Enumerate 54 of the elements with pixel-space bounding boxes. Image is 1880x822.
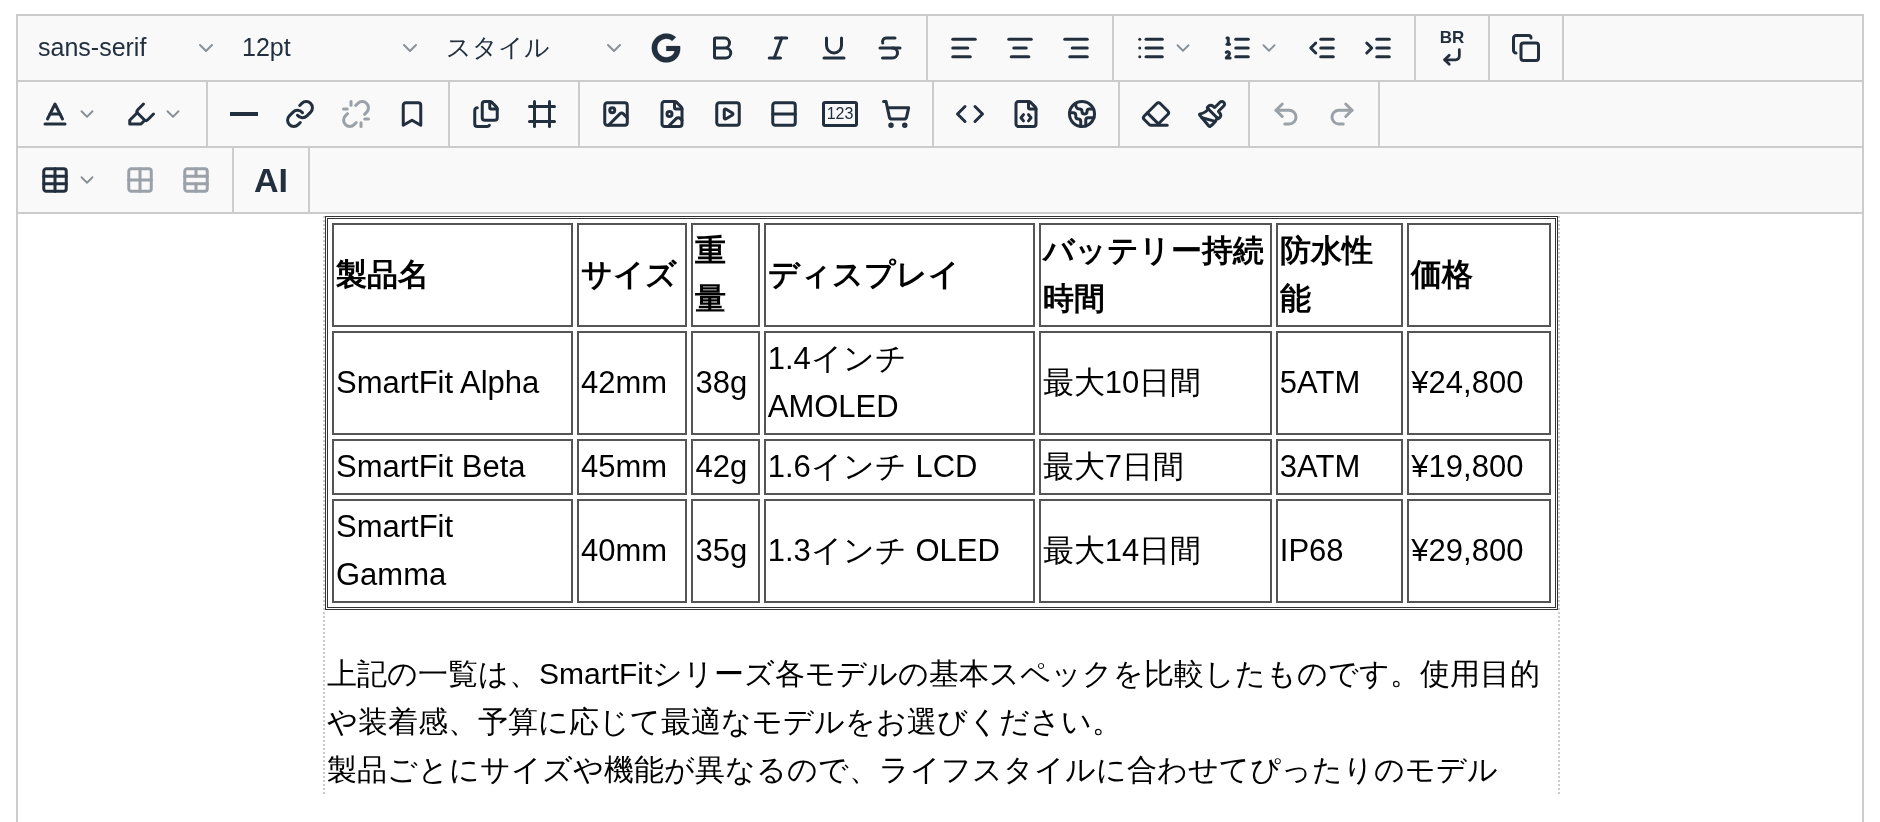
ai-button[interactable]: AI bbox=[242, 156, 300, 204]
paintbrush-icon bbox=[1197, 99, 1227, 129]
dropdown-select[interactable]: sans-serif bbox=[26, 24, 230, 72]
files-icon bbox=[471, 99, 501, 129]
toolbar-button[interactable]: BR bbox=[1424, 24, 1480, 72]
globe-icon bbox=[1067, 99, 1097, 129]
table-cell: 35g bbox=[691, 499, 760, 603]
table-cell: 42mm bbox=[577, 331, 688, 435]
link-icon bbox=[285, 99, 315, 129]
table-cell: 3ATM bbox=[1275, 439, 1404, 495]
paragraph: 製品ごとにサイズや機能が異なるので、ライフスタイルに合わせてぴったりのモデル bbox=[326, 752, 1499, 788]
number-icon: 123 bbox=[821, 101, 859, 127]
merge-cells-icon bbox=[181, 165, 211, 195]
table-cell: ¥29,800 bbox=[1407, 499, 1551, 603]
table-cell: SmartFit Beta bbox=[332, 439, 573, 495]
dropdown-select[interactable]: スタイル bbox=[434, 24, 638, 72]
table-cell: 最大14日間 bbox=[1038, 499, 1272, 603]
table-cell: ¥19,800 bbox=[1407, 439, 1551, 495]
return-arrow-icon bbox=[1441, 45, 1463, 68]
table-cell: ¥24,800 bbox=[1407, 331, 1551, 435]
table-cell: 最大7日間 bbox=[1038, 439, 1272, 495]
table-cell: 42g bbox=[691, 439, 760, 495]
copy-icon bbox=[1511, 33, 1541, 63]
cart-icon bbox=[881, 99, 911, 129]
paragraph: 上記の一覧は、SmartFitシリーズ各モデルの基本スペックを比較したものです。使用目的や装着感、予算に応じて最適なモデルをお選びください。 bbox=[326, 656, 1542, 740]
table-cell: 1.3インチ OLED bbox=[763, 499, 1035, 603]
header-cell: 防水性能 bbox=[1275, 223, 1404, 327]
table-cell: 5ATM bbox=[1275, 331, 1404, 435]
table-cell: SmartFit Gamma bbox=[332, 499, 573, 603]
image-icon bbox=[601, 99, 631, 129]
table-cell: 1.4インチ AMOLED bbox=[763, 331, 1035, 435]
table-cell: SmartFit Alpha bbox=[332, 331, 573, 435]
dropdown-select[interactable]: 12pt bbox=[230, 24, 434, 72]
highlighter-icon bbox=[126, 99, 156, 129]
unlink-icon bbox=[341, 99, 371, 129]
table-cell: 1.6インチ LCD bbox=[763, 439, 1035, 495]
toolbar-button[interactable]: 123 bbox=[812, 90, 868, 138]
table-cell: 最大10日間 bbox=[1038, 331, 1272, 435]
header-cell: 重量 bbox=[691, 223, 760, 327]
header-cell: 価格 bbox=[1407, 223, 1551, 327]
table-cell: 45mm bbox=[577, 439, 688, 495]
table-icon bbox=[40, 165, 70, 195]
grid-icon bbox=[125, 165, 155, 195]
header-cell: サイズ bbox=[577, 223, 688, 327]
header-cell: 製品名 bbox=[332, 223, 573, 327]
header-cell: ディスプレイ bbox=[763, 223, 1035, 327]
play-icon bbox=[713, 99, 743, 129]
google-icon bbox=[651, 33, 681, 63]
eraser-icon bbox=[1141, 99, 1171, 129]
header-cell: バッテリー持続時間 bbox=[1038, 223, 1272, 327]
rows-icon bbox=[769, 99, 799, 129]
table-cell: 40mm bbox=[577, 499, 688, 603]
table-cell: IP68 bbox=[1275, 499, 1404, 603]
table-cell: 38g bbox=[691, 331, 760, 435]
